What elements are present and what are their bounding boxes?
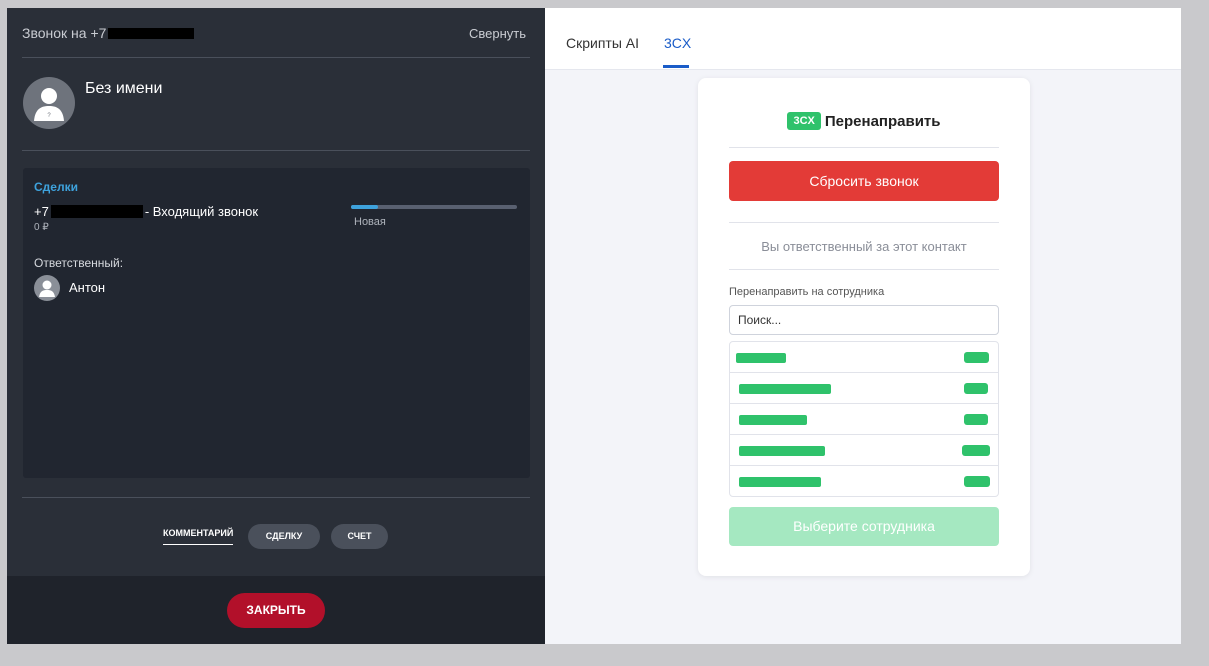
employee-search-input[interactable] — [729, 305, 999, 335]
divider — [22, 497, 530, 498]
call-panel: Звонок на +78 Свернуть ? Без имени Сделк… — [7, 8, 545, 644]
redacted-extension — [964, 414, 988, 425]
redacted-employee-name — [739, 384, 831, 394]
call-title-prefix: Звонок на +7 — [22, 25, 107, 41]
redacted-extension — [964, 476, 990, 487]
redacted-phone — [50, 205, 143, 219]
3cx-badge: 3CX — [787, 112, 821, 130]
divider — [22, 150, 530, 151]
contact-name: Без имени — [85, 80, 163, 97]
redacted-extension — [964, 352, 989, 363]
call-header: Звонок на +78 Свернуть — [7, 8, 545, 58]
call-title: Звонок на +78 — [22, 25, 195, 41]
divider — [729, 222, 999, 223]
deal-button[interactable]: СДЕЛКУ — [248, 524, 320, 549]
deal-progress-bar — [351, 205, 517, 209]
deal-phone-prefix: +7 — [34, 204, 49, 219]
list-item[interactable] — [730, 404, 998, 435]
responsible-info: Вы ответственный за этот контакт — [761, 239, 967, 254]
deal-progress-fill — [351, 205, 378, 209]
select-employee-button[interactable]: Выберите сотрудника — [729, 507, 999, 546]
contact-avatar-icon: ? — [23, 77, 75, 129]
invoice-button[interactable]: СЧЕТ — [331, 524, 388, 549]
reset-call-button[interactable]: Сбросить звонок — [729, 161, 999, 201]
list-item[interactable] — [730, 373, 998, 404]
tab-3cx[interactable]: 3CX — [664, 35, 691, 51]
list-item[interactable] — [730, 466, 998, 497]
redacted-extension — [962, 445, 990, 456]
close-footer: ЗАКРЫТЬ — [7, 576, 545, 644]
card-header: 3CX Перенаправить — [698, 112, 1030, 130]
redacted-employee-name — [736, 353, 786, 363]
card-title: Перенаправить — [824, 112, 941, 130]
deal-status: Новая — [354, 216, 386, 228]
responsible-label: Ответственный: — [34, 256, 124, 270]
widget-panel: Скрипты AI 3CX 3CX Перенаправить Сбросить… — [545, 8, 1181, 644]
redacted-employee-name — [739, 446, 825, 456]
list-item[interactable] — [730, 342, 998, 373]
redacted-employee-name — [739, 477, 821, 487]
employee-list[interactable] — [729, 341, 999, 497]
redirect-card: 3CX Перенаправить Сбросить звонок Вы отве… — [698, 78, 1030, 576]
deal-link[interactable]: +7 - Входящий звонок — [34, 204, 258, 219]
deals-section: Сделки +7 - Входящий звонок 0 ₽ Новая Отв… — [23, 168, 530, 478]
comment-tab[interactable]: КОММЕНТАРИЙ — [163, 528, 234, 545]
divider — [22, 57, 530, 58]
active-tab-indicator — [663, 65, 689, 68]
tab-bar: Скрипты AI 3CX — [545, 8, 1181, 70]
collapse-button[interactable]: Свернуть — [469, 26, 526, 41]
deal-amount: 0 ₽ — [34, 222, 49, 233]
divider — [729, 269, 999, 270]
list-item[interactable] — [730, 435, 998, 466]
redirect-label: Перенаправить на сотрудника — [729, 286, 885, 298]
redacted-employee-name — [739, 415, 807, 425]
deal-name: - Входящий звонок — [144, 204, 259, 219]
redacted-extension — [964, 383, 988, 394]
deals-title: Сделки — [34, 180, 78, 194]
responsible-name[interactable]: Антон — [69, 280, 105, 295]
tab-scripts-ai[interactable]: Скрипты AI — [566, 35, 639, 51]
divider — [729, 147, 999, 148]
responsible-avatar-icon — [34, 275, 60, 301]
redacted-phone — [108, 27, 195, 39]
close-button[interactable]: ЗАКРЫТЬ — [227, 593, 325, 628]
